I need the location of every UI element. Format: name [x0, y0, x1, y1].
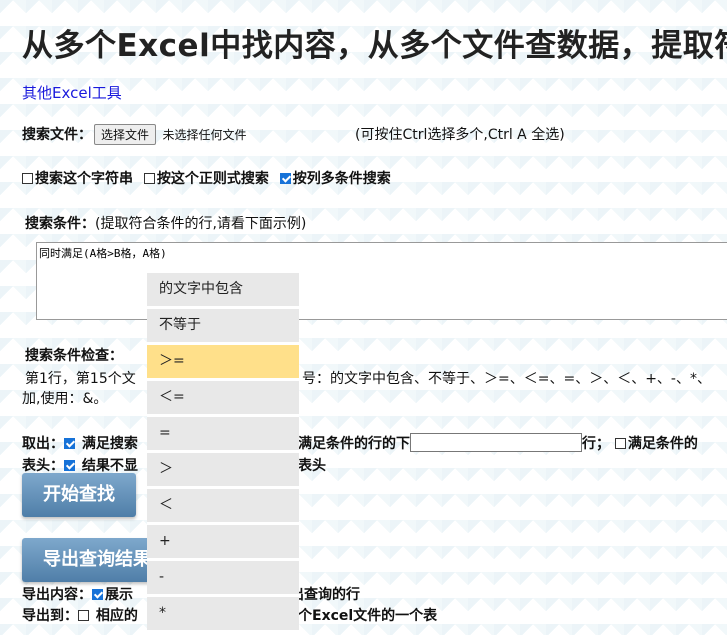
operator-dropdown[interactable]: 的文字中包含 不等于 ＞= ＜= = ＞ ＜ + - * — [147, 273, 299, 635]
criteria-label: 搜索条件： — [25, 216, 95, 232]
export-to-checkbox[interactable] — [78, 610, 89, 621]
regex-mode-checkbox[interactable] — [143, 173, 155, 184]
export-content-label: 导出内容： — [22, 587, 92, 603]
dropdown-item[interactable]: ＜ — [147, 489, 299, 525]
extract-opt3-checkbox[interactable] — [614, 438, 626, 449]
string-mode-label: 搜索这个字符串 — [35, 171, 133, 187]
export-to-tail: 个Excel文件的一个表 — [298, 608, 438, 624]
export-to-label: 导出到： — [22, 608, 78, 624]
dropdown-item[interactable]: 的文字中包含 — [147, 273, 299, 309]
page-title: 从多个Excel中找内容，从多个文件查数据，提取符 — [22, 28, 727, 64]
criteria-row: 搜索条件：(提取符合条件的行,请看下面示例) — [25, 213, 306, 233]
start-search-button[interactable]: 开始查找 — [22, 473, 136, 517]
choose-file-button[interactable]: 选择文件 — [94, 124, 157, 145]
string-mode-checkbox[interactable] — [22, 173, 33, 184]
check-line1: 第1行，第15个文 — [25, 371, 136, 387]
dropdown-item[interactable]: 不等于 — [147, 309, 299, 345]
check-line1-tail: 号：的文字中包含、不等于、＞=、＜=、=、＞、＜、+、-、*、 — [302, 371, 711, 387]
export-content-opt: 展示 — [105, 587, 133, 603]
check-line2: 加,使用：&。 — [22, 391, 108, 407]
dropdown-item[interactable]: + — [147, 525, 299, 561]
extract-opt1-checkbox[interactable] — [64, 438, 75, 449]
export-to-row: 导出到： 相应的 — [22, 605, 138, 625]
search-mode-row: 搜索这个字符串 按这个正则式搜索 按列多条件搜索 — [22, 168, 391, 188]
dropdown-item[interactable]: ＜= — [147, 381, 299, 417]
criteria-hint: (提取符合条件的行,请看下面示例) — [95, 216, 307, 232]
regex-mode-label: 按这个正则式搜索 — [156, 171, 269, 187]
export-content-tail: 出查询的行 — [290, 587, 360, 603]
next-rows-input[interactable] — [410, 433, 582, 452]
search-files-row: 搜索文件： 选择文件 未选择任何文件 — [22, 124, 246, 145]
header-opt1-checkbox[interactable] — [64, 460, 75, 471]
other-tools-link[interactable]: 其他Excel工具 — [22, 82, 122, 103]
dropdown-item[interactable]: * — [147, 597, 299, 633]
multi-column-label: 按列多条件搜索 — [292, 171, 391, 187]
header-opt1-label: 结果不显 — [81, 458, 138, 474]
file-hint: (可按住Ctrl选择多个,Ctrl A 全选) — [355, 127, 565, 143]
extract-opt1-label: 满足搜索 — [81, 436, 138, 452]
multi-column-checkbox[interactable] — [279, 173, 291, 184]
export-content-row: 导出内容： 展示 — [22, 584, 133, 604]
extract-label: 取出： — [22, 436, 64, 452]
criteria-textarea[interactable]: 同时满足(A格>B格，A格) — [36, 242, 727, 320]
header-label: 表头： — [22, 458, 64, 474]
extract-opt2-label: 满足条件的行的下 — [298, 436, 410, 452]
dropdown-item[interactable]: ＞ — [147, 453, 299, 489]
dropdown-item[interactable]: - — [147, 561, 299, 597]
header-row: 表头： 结果不显 — [22, 455, 138, 475]
export-to-opt: 相应的 — [95, 608, 138, 624]
no-file-text: 未选择任何文件 — [162, 128, 247, 142]
export-content-checkbox[interactable] — [92, 589, 103, 600]
extract-row: 取出： 满足搜索 — [22, 433, 138, 453]
dropdown-item[interactable]: = — [147, 417, 299, 453]
row-suffix: 行； — [582, 436, 610, 452]
search-files-label: 搜索文件： — [22, 127, 92, 143]
extract-opt3-label: 满足条件的 — [627, 436, 698, 452]
header-tail: 表头 — [298, 458, 326, 474]
extract-row-right: 满足条件的行的下 行； 满足条件的 — [298, 433, 698, 453]
check-label: 搜索条件检查： — [25, 348, 123, 364]
dropdown-item-selected[interactable]: ＞= — [147, 345, 299, 381]
